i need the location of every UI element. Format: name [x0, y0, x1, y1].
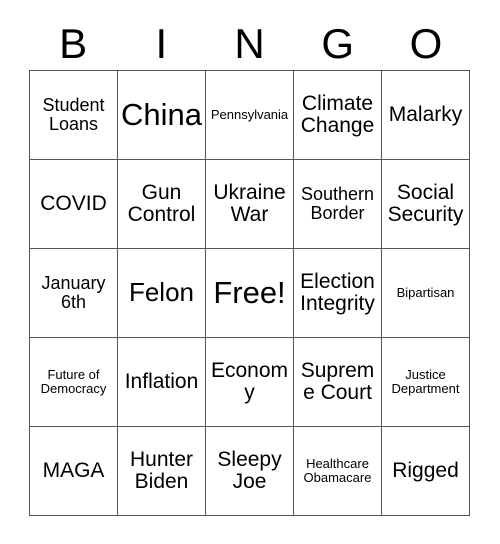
bingo-cell-label: Southern Border — [300, 183, 375, 223]
bingo-cell-label: Felon — [128, 277, 195, 308]
bingo-cell-o5[interactable]: Rigged — [382, 427, 470, 516]
bingo-cell-label: Healthcare Obamacare — [303, 456, 372, 485]
bingo-cell-b1[interactable]: Student Loans — [30, 71, 118, 160]
bingo-cell-label: Future of Democracy — [40, 367, 107, 396]
bingo-cell-o3[interactable]: Bipartisan — [382, 249, 470, 338]
bingo-cell-label: Ukraine War — [213, 180, 286, 226]
bingo-cell-label: Social Security — [387, 180, 464, 226]
bingo-cell-o4[interactable]: Justice Department — [382, 338, 470, 427]
bingo-cell-b5[interactable]: MAGA — [30, 427, 118, 516]
bingo-cell-label: China — [121, 96, 202, 132]
bingo-cell-g1[interactable]: Climate Change — [294, 71, 382, 160]
bingo-header-letter-g: G — [321, 20, 355, 67]
bingo-cell-label: Bipartisan — [396, 285, 455, 301]
bingo-cell-n1[interactable]: Pennsylvania — [206, 71, 294, 160]
bingo-cell-label: Inflation — [124, 369, 199, 393]
bingo-card: B I N G O Student Loans China Pennsylvan… — [0, 0, 500, 544]
bingo-cell-g5[interactable]: Healthcare Obamacare — [294, 427, 382, 516]
bingo-cell-i2[interactable]: Gun Control — [118, 160, 206, 249]
bingo-cell-label: Election Integrity — [300, 269, 375, 315]
bingo-cell-g2[interactable]: Southern Border — [294, 160, 382, 249]
bingo-cell-label: Gun Control — [127, 180, 196, 226]
bingo-cell-b2[interactable]: COVID — [30, 160, 118, 249]
bingo-header: B I N G O — [29, 18, 470, 70]
bingo-cell-label: MAGA — [42, 458, 105, 482]
bingo-cell-b3[interactable]: January 6th — [30, 249, 118, 338]
bingo-cell-i3[interactable]: Felon — [118, 249, 206, 338]
bingo-cell-label: Sleepy Joe — [217, 447, 282, 493]
bingo-cell-label: Student Loans — [42, 94, 105, 134]
bingo-cell-label: Climate Change — [300, 91, 375, 137]
bingo-cell-label: January 6th — [41, 272, 106, 312]
bingo-cell-n3-free[interactable]: Free! — [206, 249, 294, 338]
bingo-header-letter-n: N — [234, 20, 265, 67]
bingo-cell-label: Pennsylvania — [210, 107, 289, 123]
bingo-header-letter-b: B — [59, 20, 88, 67]
bingo-cell-label: Supreme Court — [300, 358, 375, 404]
bingo-cell-i5[interactable]: Hunter Biden — [118, 427, 206, 516]
bingo-cell-o1[interactable]: Malarky — [382, 71, 470, 160]
bingo-cell-n2[interactable]: Ukraine War — [206, 160, 294, 249]
bingo-cell-n4[interactable]: Economy — [206, 338, 294, 427]
bingo-cell-label: Free! — [213, 274, 286, 310]
bingo-cell-b4[interactable]: Future of Democracy — [30, 338, 118, 427]
bingo-cell-label: Hunter Biden — [129, 447, 194, 493]
bingo-cell-label: Malarky — [388, 102, 463, 126]
bingo-cell-label: COVID — [40, 191, 107, 215]
bingo-cell-n5[interactable]: Sleepy Joe — [206, 427, 294, 516]
bingo-header-letter-o: O — [409, 20, 443, 67]
bingo-header-letter-i: I — [155, 20, 168, 67]
bingo-cell-g4[interactable]: Supreme Court — [294, 338, 382, 427]
bingo-cell-i1[interactable]: China — [118, 71, 206, 160]
bingo-cell-g3[interactable]: Election Integrity — [294, 249, 382, 338]
bingo-cell-label: Economy — [210, 358, 289, 404]
bingo-grid: Student Loans China Pennsylvania Climate… — [29, 70, 470, 516]
bingo-cell-label: Rigged — [392, 458, 459, 482]
bingo-cell-o2[interactable]: Social Security — [382, 160, 470, 249]
bingo-cell-label: Justice Department — [391, 367, 460, 396]
bingo-cell-i4[interactable]: Inflation — [118, 338, 206, 427]
